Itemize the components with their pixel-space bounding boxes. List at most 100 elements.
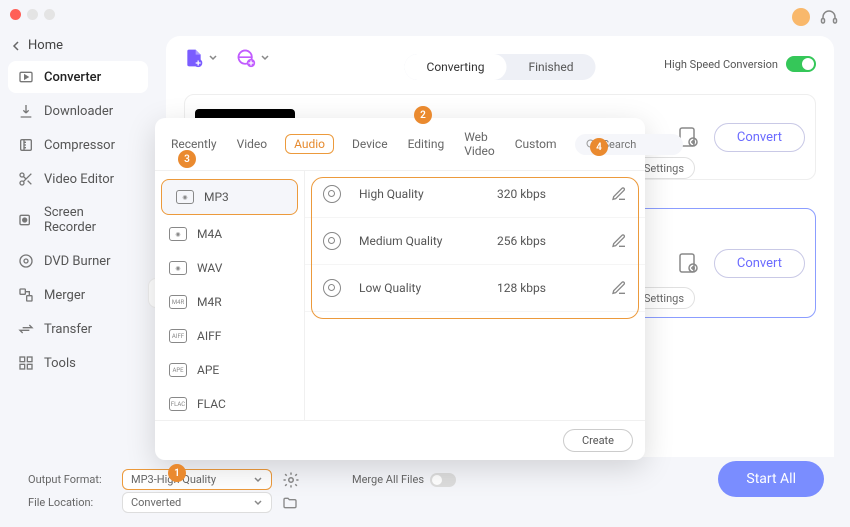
download-icon <box>18 103 34 119</box>
grid-icon <box>18 355 34 371</box>
convert-button[interactable]: Convert <box>714 249 805 278</box>
sidebar-item-converter[interactable]: Converter <box>8 61 148 93</box>
merge-label: Merge All Files <box>352 473 424 486</box>
sidebar-item-label: Compressor <box>44 138 115 153</box>
output-format-label: Output Format: <box>28 473 112 486</box>
format-m4a[interactable]: ◉M4A <box>155 217 304 251</box>
format-m4r[interactable]: M4RM4R <box>155 285 304 319</box>
edit-icon[interactable] <box>611 186 627 202</box>
file-mini-icon: APE <box>169 363 187 377</box>
search-input[interactable] <box>603 138 673 151</box>
add-url-button[interactable] <box>236 48 270 68</box>
converter-icon <box>18 69 34 85</box>
output-settings-icon[interactable] <box>282 471 300 489</box>
home-label: Home <box>28 38 63 53</box>
output-format-select[interactable]: MP3-High Quality <box>122 469 272 490</box>
annotation-badge-1: 1 <box>168 464 186 482</box>
tab-converting[interactable]: Converting <box>405 54 507 80</box>
sidebar-item-downloader[interactable]: Downloader <box>8 95 148 127</box>
traffic-close[interactable] <box>10 9 21 20</box>
chevron-down-icon <box>253 475 263 485</box>
output-format-icon[interactable] <box>676 251 700 275</box>
open-folder-icon[interactable] <box>282 495 298 511</box>
format-aiff[interactable]: AIFFAIFF <box>155 319 304 353</box>
sidebar: Home Converter Downloader Compressor Vid… <box>0 28 156 527</box>
sidebar-item-label: DVD Burner <box>44 254 111 269</box>
pop-tab-custom[interactable]: Custom <box>513 135 559 153</box>
sidebar-item-merger[interactable]: Merger <box>8 279 148 311</box>
hsc-label: High Speed Conversion <box>664 58 778 71</box>
record-icon <box>18 212 34 228</box>
disc-icon <box>18 253 34 269</box>
sidebar-item-compressor[interactable]: Compressor <box>8 129 148 161</box>
quality-row-high[interactable]: High Quality 320 kbps <box>305 171 645 218</box>
quality-row-medium[interactable]: Medium Quality 256 kbps <box>305 218 645 265</box>
format-flac[interactable]: FLACFLAC <box>155 387 304 420</box>
support-icon[interactable] <box>820 8 838 26</box>
disc-mini-icon: ◉ <box>169 261 187 275</box>
status-segmented: Converting Finished <box>405 54 596 80</box>
quality-list: High Quality 320 kbps Medium Quality 256… <box>305 171 645 420</box>
sidebar-item-label: Converter <box>44 70 101 85</box>
disc-icon <box>323 185 341 203</box>
edit-icon[interactable] <box>611 233 627 249</box>
format-wav[interactable]: ◉WAV <box>155 251 304 285</box>
compress-icon <box>18 137 34 153</box>
sidebar-item-screen-recorder[interactable]: Screen Recorder <box>8 197 148 243</box>
sidebar-item-tools[interactable]: Tools <box>8 347 148 379</box>
file-location-select[interactable]: Converted <box>122 492 272 513</box>
sidebar-item-label: Screen Recorder <box>44 205 138 235</box>
tab-finished[interactable]: Finished <box>506 54 595 80</box>
add-file-button[interactable] <box>184 48 218 68</box>
annotation-badge-4: 4 <box>590 138 608 156</box>
chevron-down-icon <box>260 53 270 63</box>
disc-icon <box>323 232 341 250</box>
chevron-left-icon <box>12 41 22 51</box>
scissors-icon <box>18 171 34 187</box>
sidebar-item-label: Transfer <box>44 322 92 337</box>
traffic-minimize[interactable] <box>27 9 38 20</box>
create-button[interactable]: Create <box>563 429 633 452</box>
sidebar-item-label: Tools <box>44 356 76 371</box>
add-url-icon <box>236 48 256 68</box>
format-popover: Recently Video Audio Device Editing Web … <box>155 118 645 460</box>
sidebar-item-label: Merger <box>44 288 85 303</box>
pop-tab-device[interactable]: Device <box>350 135 390 153</box>
start-all-button[interactable]: Start All <box>718 461 824 497</box>
hsc-toggle[interactable] <box>786 56 816 72</box>
pop-tab-audio[interactable]: Audio <box>285 134 334 154</box>
home-link[interactable]: Home <box>8 32 148 59</box>
format-ape[interactable]: APEAPE <box>155 353 304 387</box>
sidebar-item-label: Downloader <box>44 104 113 119</box>
disc-mini-icon: ◉ <box>176 190 194 204</box>
format-mp3[interactable]: ◉MP3 <box>161 179 298 215</box>
pop-tab-editing[interactable]: Editing <box>406 135 447 153</box>
chevron-down-icon <box>253 498 263 508</box>
disc-mini-icon: ◉ <box>169 227 187 241</box>
annotation-badge-3: 3 <box>178 150 196 168</box>
traffic-maximize[interactable] <box>44 9 55 20</box>
file-location-label: File Location: <box>28 496 112 509</box>
pop-tab-video[interactable]: Video <box>235 135 270 153</box>
chevron-down-icon <box>208 53 218 63</box>
sidebar-item-dvd-burner[interactable]: DVD Burner <box>8 245 148 277</box>
add-file-icon <box>184 48 204 68</box>
file-mini-icon: FLAC <box>169 397 187 411</box>
pop-tab-webvideo[interactable]: Web Video <box>462 128 497 160</box>
merge-toggle[interactable] <box>430 473 456 487</box>
disc-icon <box>323 279 341 297</box>
annotation-badge-2: 2 <box>414 106 432 124</box>
pop-tab-recently[interactable]: Recently <box>169 135 219 153</box>
edit-icon[interactable] <box>611 280 627 296</box>
quality-row-low[interactable]: Low Quality 128 kbps <box>305 265 645 312</box>
format-list: ◉MP3 ◉M4A ◉WAV M4RM4R AIFFAIFF APEAPE FL… <box>155 171 305 420</box>
file-mini-icon: M4R <box>169 295 187 309</box>
window-titlebar <box>0 0 850 28</box>
sidebar-item-video-editor[interactable]: Video Editor <box>8 163 148 195</box>
transfer-icon <box>18 321 34 337</box>
sidebar-item-transfer[interactable]: Transfer <box>8 313 148 345</box>
file-mini-icon: AIFF <box>169 329 187 343</box>
merge-icon <box>18 287 34 303</box>
avatar[interactable] <box>792 8 810 26</box>
convert-button[interactable]: Convert <box>714 123 805 152</box>
